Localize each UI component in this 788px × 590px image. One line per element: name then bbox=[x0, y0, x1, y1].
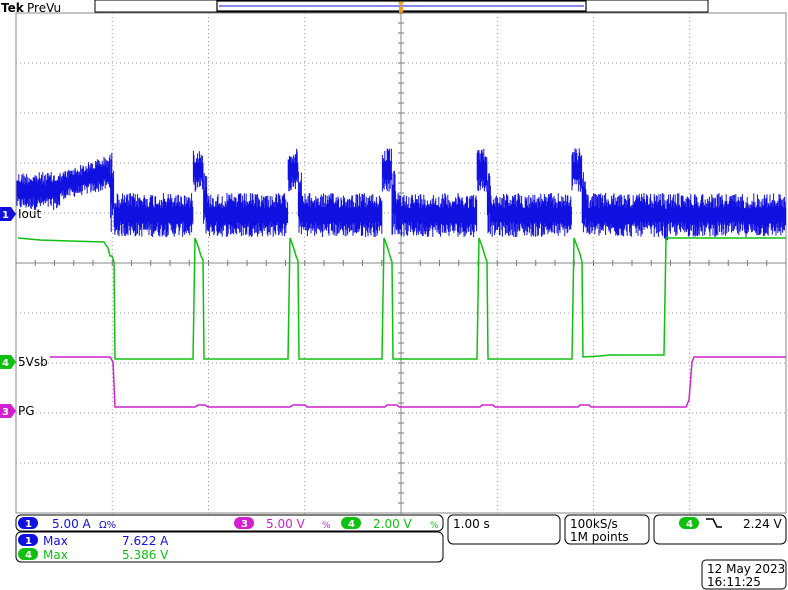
ch4-label: 5Vsb bbox=[18, 355, 48, 369]
trigger-level: 2.24 V bbox=[743, 517, 783, 531]
ch1-scale-readout[interactable]: 1 5.00 A Ω% bbox=[18, 517, 116, 531]
measurement-2-value: 5.386 V bbox=[122, 548, 169, 562]
ch1-label: Iout bbox=[18, 207, 41, 221]
measurements-box[interactable] bbox=[15, 531, 444, 563]
time-label: 16:11:25 bbox=[707, 575, 761, 589]
ch3-scale-value: 5.00 V bbox=[266, 517, 306, 531]
measurement-2-type: Max bbox=[43, 548, 68, 562]
sample-rate: 100kS/s bbox=[570, 517, 618, 531]
measurement-1-badge: 1 bbox=[25, 536, 32, 547]
ch3-label: PG bbox=[18, 404, 35, 418]
measurement-1-value: 7.622 A bbox=[122, 534, 169, 548]
ch4-coupling-icon: % bbox=[430, 521, 439, 531]
ch4-marker-number: 4 bbox=[2, 358, 9, 369]
measurement-1-type: Max bbox=[43, 534, 68, 548]
ch1-marker-number: 1 bbox=[2, 210, 9, 221]
oscilloscope-screen: Tek PreVu 1 Iout 4 5Vsb 3 PG 1 5.00 A Ω%… bbox=[0, 0, 788, 590]
ch3-marker-number: 3 bbox=[2, 407, 9, 418]
ch3-coupling-icon: % bbox=[322, 521, 331, 531]
date-label: 12 May 2023 bbox=[707, 562, 785, 576]
ch1-scale-value: 5.00 A bbox=[52, 517, 92, 531]
ch4-badge-number: 4 bbox=[348, 519, 355, 530]
trigger-channel: 4 bbox=[686, 519, 693, 530]
ch4-scale-value: 2.00 V bbox=[373, 517, 413, 531]
record-length: 1M points bbox=[570, 530, 629, 544]
ch1-coupling-icon: Ω% bbox=[99, 520, 116, 531]
ch1-badge-number: 1 bbox=[25, 519, 32, 530]
timebase-value: 1.00 s bbox=[453, 517, 490, 531]
measurement-2-badge: 4 bbox=[25, 550, 32, 561]
ch3-badge-number: 3 bbox=[241, 519, 248, 530]
